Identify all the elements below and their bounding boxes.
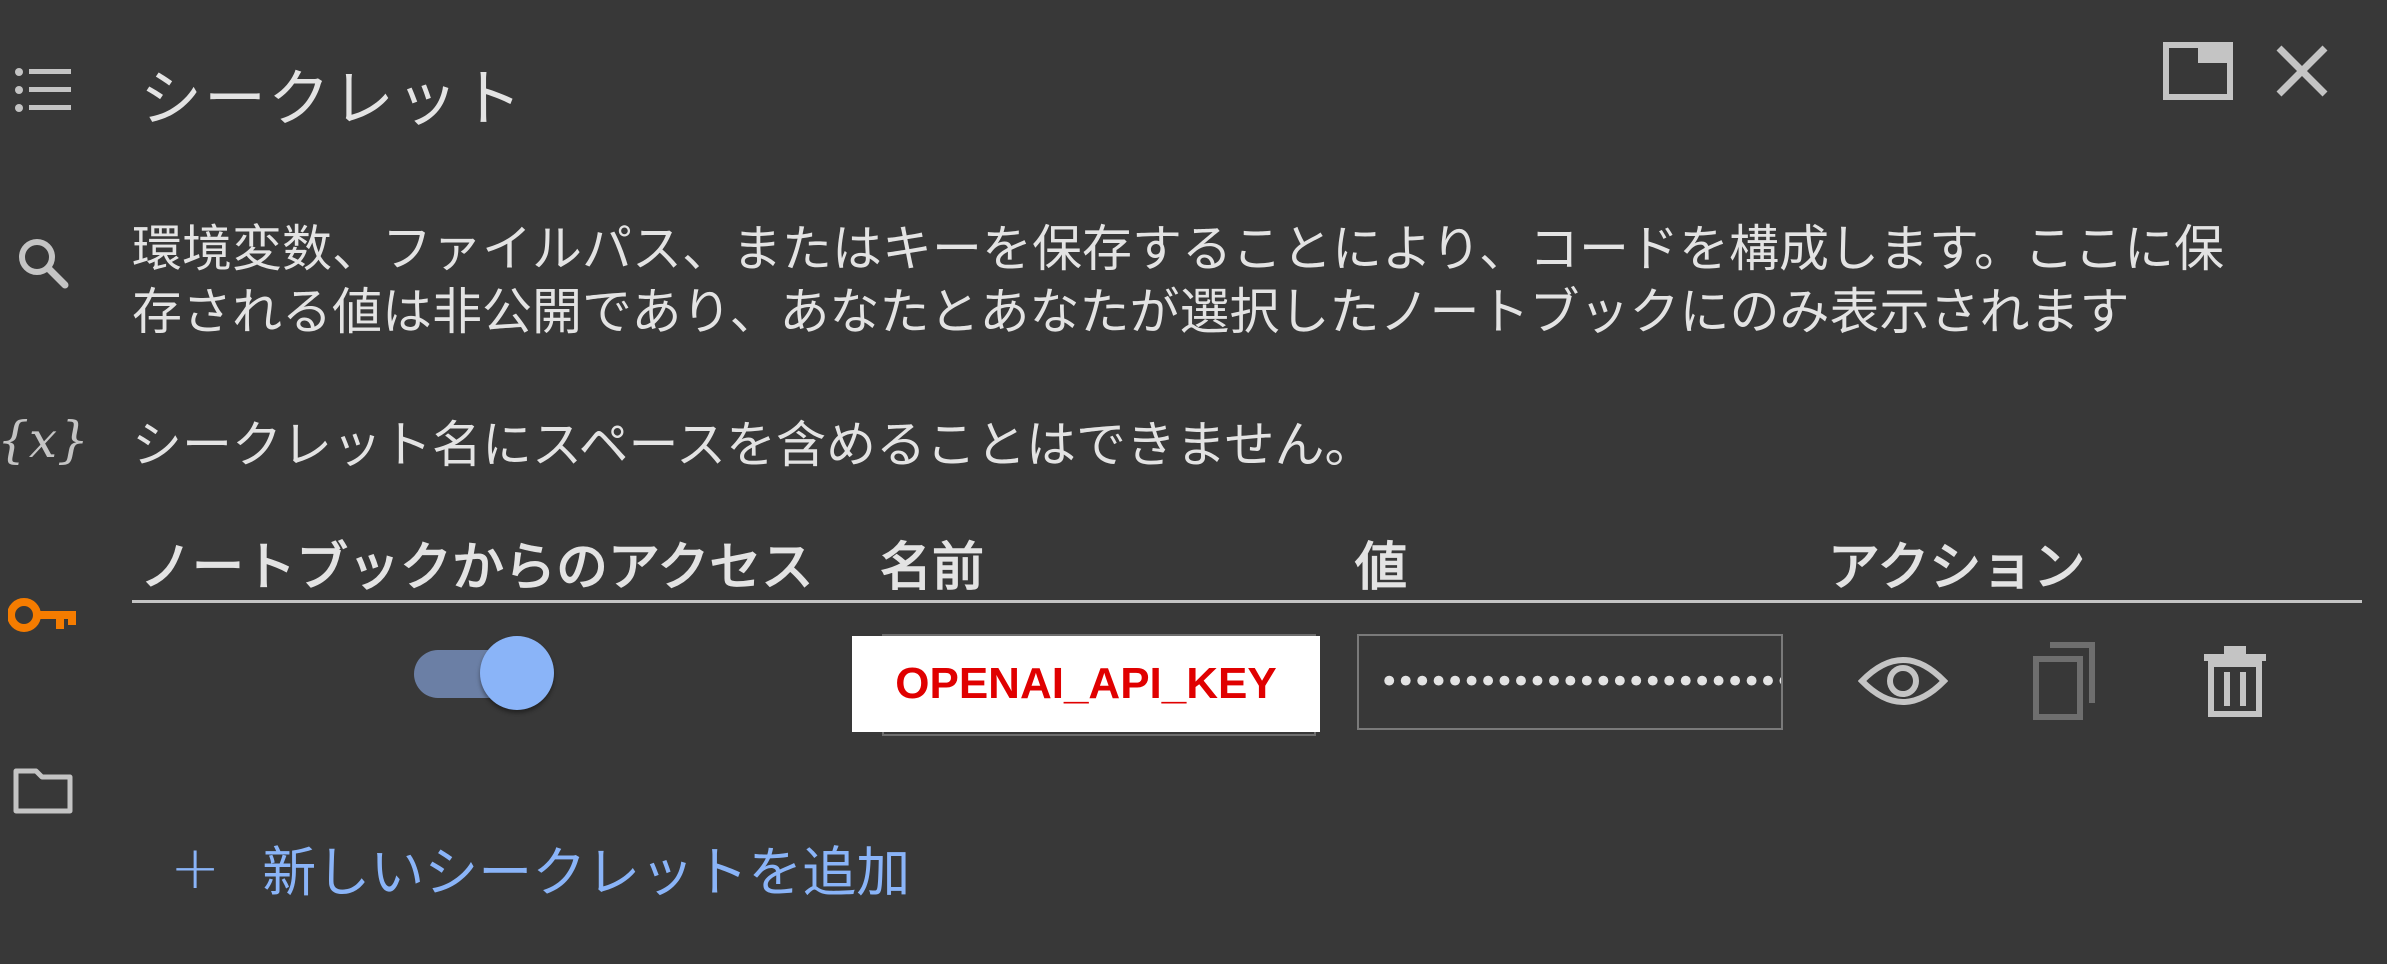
delete-button[interactable] — [2180, 628, 2290, 738]
trash-icon — [2202, 644, 2268, 722]
key-icon[interactable] — [8, 580, 78, 650]
panel-title: シークレット — [140, 62, 525, 135]
add-secret-label: 新しいシークレットを追加 — [262, 841, 911, 904]
open-in-tab-icon — [2162, 41, 2234, 105]
description-line-1: 環境変数、ファイルパス、またはキーを保存することにより、コードを構成します。ここ… — [132, 220, 2224, 278]
name-restriction-note: シークレット名にスペースを含めることはできません。 — [132, 416, 1375, 474]
notebook-access-toggle[interactable] — [414, 636, 554, 710]
secret-value-field[interactable]: •••••••••••••••••••••••••• — [1357, 634, 1783, 730]
left-rail: {x} — [0, 0, 90, 964]
header-access: ノートブックからのアクセス — [140, 538, 814, 598]
eye-icon — [1857, 651, 1949, 715]
toc-icon[interactable] — [8, 55, 78, 125]
copy-value-button[interactable] — [2010, 628, 2120, 738]
add-secret-button[interactable]: + 新しいシークレットを追加 — [170, 828, 910, 907]
description: 環境変数、ファイルパス、またはキーを保存することにより、コードを構成します。ここ… — [132, 218, 2372, 344]
folder-icon[interactable] — [8, 755, 78, 825]
open-in-tab-button[interactable] — [2158, 38, 2238, 108]
description-line-2: 存される値は非公開であり、あなたとあなたが選択したノートブックにのみ表示されます — [132, 283, 2130, 341]
copy-icon — [2030, 641, 2100, 725]
search-icon[interactable] — [8, 228, 78, 298]
variables-icon[interactable]: {x} — [0, 405, 89, 475]
show-value-button[interactable] — [1848, 628, 1958, 738]
header-divider — [132, 600, 2362, 603]
close-icon — [2273, 42, 2331, 104]
toggle-knob — [480, 636, 554, 710]
header-name: 名前 — [880, 538, 985, 598]
close-button[interactable] — [2262, 38, 2342, 108]
plus-icon: + — [170, 832, 221, 903]
secret-name-field[interactable]: OPENAI_API_KEY — [852, 636, 1320, 732]
header-value: 値 — [1355, 538, 1408, 598]
header-actions: アクション — [1828, 538, 2086, 598]
